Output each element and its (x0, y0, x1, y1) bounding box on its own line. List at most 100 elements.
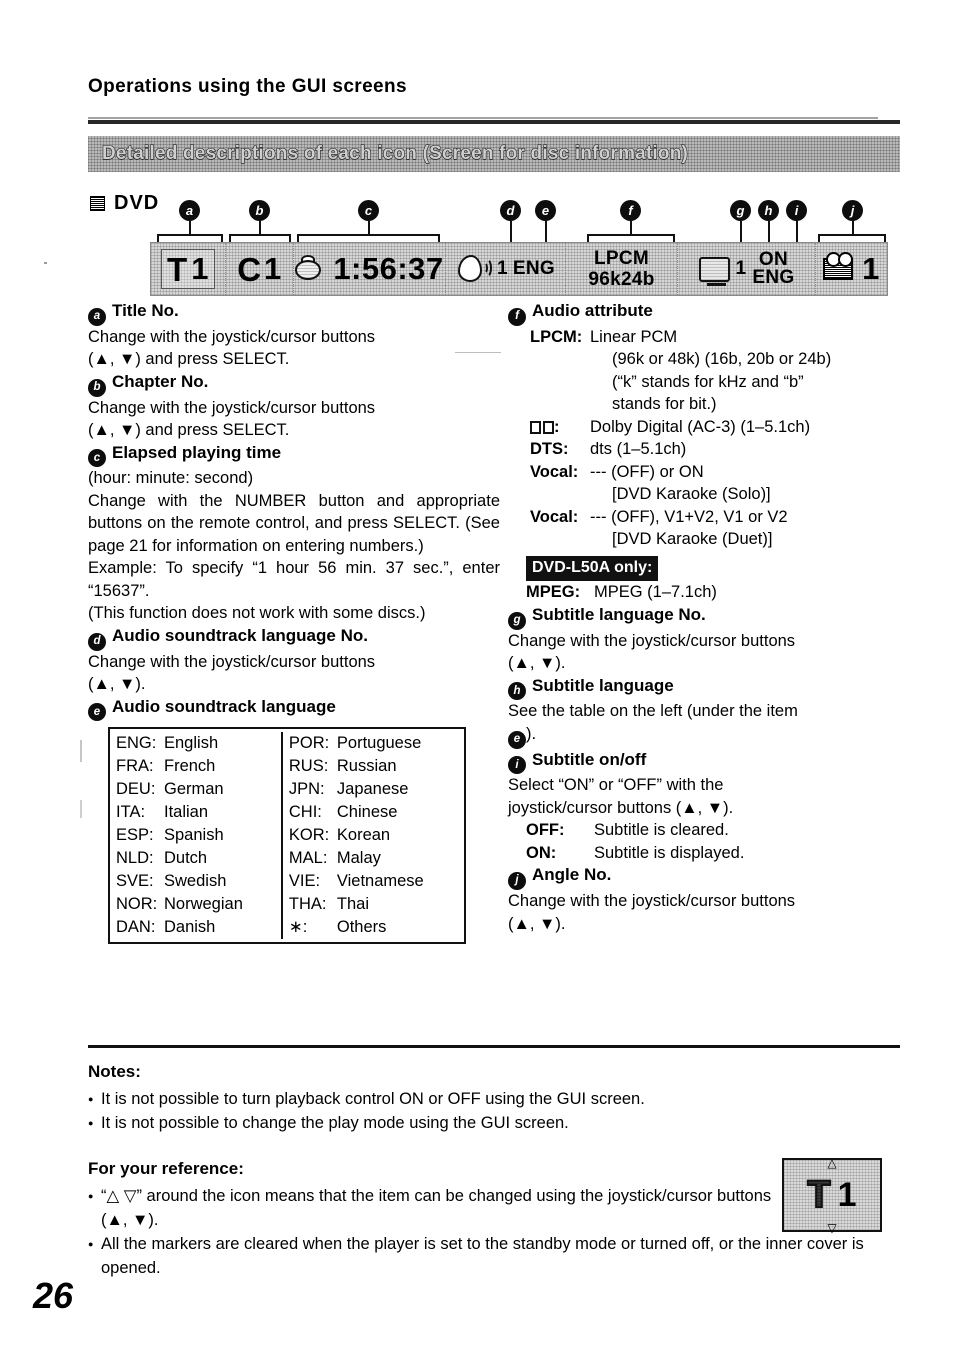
marker-g: g (730, 200, 751, 221)
marker-a: a (179, 200, 200, 221)
lang-code: MAL: (288, 849, 328, 868)
attr-row-vocal-solo: Vocal: --- (OFF) or ON (508, 461, 903, 484)
bar-audio-language: ENG (512, 258, 555, 279)
bar-angle-no[interactable]: 1 (815, 243, 887, 295)
scan-speck (455, 352, 501, 353)
lang-name: French (164, 757, 216, 776)
model-badge: DVD-L50A only: (526, 555, 659, 582)
lang-name: Swedish (164, 872, 227, 891)
bullet-c: c (88, 449, 106, 468)
attr-row-lpcm-cont1: (96k or 48k) (16b, 20b or 24b) (612, 350, 832, 369)
entry-subtitle-onoff-heading: i Subtitle on/off (508, 749, 903, 775)
lang-code: ESP: (116, 826, 154, 845)
marker-b-stem (259, 221, 261, 235)
bullet-h: h (508, 682, 526, 701)
entry-audio-language-no-heading: d Audio soundtrack language No. (88, 625, 500, 651)
title-number: 1 (837, 1176, 857, 1214)
notes-heading: Notes: (88, 1062, 141, 1081)
entry-elapsed-time-line1: (hour: minute: second) (88, 469, 254, 488)
lang-cell-right: POR: Portuguese (280, 732, 465, 756)
attr-row-lpcm-cont3: stands for bit.) (612, 395, 717, 414)
entry-chapter-no: b Chapter No. Change with the joystick/cu… (88, 371, 500, 442)
lang-cell-left: ESP:KoreanSpanish (109, 824, 282, 847)
bar-audio-track-no: 1 (497, 258, 508, 279)
lang-name: Korean (336, 826, 391, 845)
up-triangle-icon: △ (827, 1156, 837, 1170)
reference-item: “△ ▽” around the icon means that the ite… (88, 1184, 778, 1232)
entry-subtitle-language-no-line2: (▲, ▼). (508, 654, 566, 672)
bar-audio-attribute[interactable]: LPCM 96k24b (565, 243, 677, 295)
page-title: Operations using the GUI screens (88, 76, 407, 97)
lang-cell-left: NOR: Norwegian (109, 893, 282, 916)
entry-chapter-no-line1: Change with the joystick/cursor buttons (88, 398, 376, 417)
attr-row-vocal-solo-cont: [DVD Karaoke (Solo)] (612, 485, 771, 504)
lang-code: NLD: (116, 849, 154, 868)
lang-cell-right: MAL: Malay (280, 847, 465, 871)
attr-row-dolby: : Dolby Digital (AC-3) (1–5.1ch) (508, 416, 903, 439)
entry-elapsed-time-heading: c Elapsed playing time (88, 442, 500, 468)
title-letter-icon: T (806, 1174, 831, 1216)
section-banner-label: Detailed descriptions of each icon (Scre… (101, 142, 689, 164)
bullet-a: a (88, 307, 106, 326)
attr-key: Vocal: (530, 462, 579, 481)
bar-subtitle[interactable]: 1 ON ENG (677, 243, 815, 295)
bar-angle-no-value: 1 (862, 251, 880, 286)
disc-square-icon (90, 196, 105, 211)
entry-chapter-no-heading: b Chapter No. (88, 371, 500, 397)
lang-cell-right: RUS: Russian (280, 755, 465, 779)
bar-audio-soundtrack[interactable]: 1 ENG (445, 243, 565, 295)
angle-camera-icon (823, 252, 854, 280)
entry-subtitle-onoff-line2: joystick/cursor buttons (▲, ▼). (508, 798, 734, 817)
entry-title-no: a Title No. Change with the joystick/curs… (88, 300, 500, 371)
lang-cell-right: KOR: Korean (280, 824, 465, 848)
entry-audio-language: e Audio soundtrack language (88, 696, 500, 722)
lang-name: Norwegian (164, 895, 243, 914)
bullet-b: b (88, 378, 106, 397)
subtitle-on-row: ON: Subtitle is displayed. (508, 842, 903, 865)
attr-value: Linear PCM (590, 327, 678, 346)
entry-subtitle-language-no-heading: g Subtitle language No. (508, 604, 903, 630)
lang-code: JPN: (288, 780, 325, 799)
entry-elapsed-time-line4: (This function does not work with some d… (88, 604, 426, 623)
reference-section: For your reference: “△ ▽” around the ico… (88, 1157, 900, 1280)
reference-item: All the markers are cleared when the pla… (88, 1232, 900, 1280)
entry-angle-no-heading: j Angle No. (508, 864, 903, 890)
lang-name: Italian (164, 803, 209, 822)
attr-row-lpcm-cont2: (“k” stands for kHz and “b” (612, 372, 804, 391)
bar-elapsed-time[interactable]: 1:56:37 (293, 243, 445, 295)
scan-speck (44, 262, 47, 264)
table-row: ITA: Italian CHI: Chinese (109, 801, 465, 825)
language-code-table: ENG: English POR: Portuguese FRA: French RU… (108, 727, 466, 945)
disc-type-label: DVD (90, 192, 159, 215)
entry-title-no-line1: Change with the joystick/cursor buttons (88, 327, 376, 346)
title-icon-illustration: △ T 1 ▽ (782, 1156, 882, 1234)
entry-subtitle-language-no: g Subtitle language No. Change with the j… (508, 604, 903, 675)
attr-key: DTS: (530, 440, 569, 459)
bar-title-no[interactable]: T 1 (151, 243, 225, 295)
scan-speck (80, 740, 82, 762)
lang-name: Malay (336, 849, 381, 868)
lang-code: CHI: (288, 803, 322, 822)
section-banner: Detailed descriptions of each icon (Scre… (88, 136, 900, 172)
lang-name: Others (336, 918, 387, 937)
entry-subtitle-onoff-line1: Select “ON” or “OFF” with the (508, 776, 724, 795)
entry-audio-language-no: d Audio soundtrack language No. Change wi… (88, 625, 500, 696)
lang-name: Russian (336, 757, 397, 776)
lang-name: Portuguese (336, 734, 422, 753)
bullet-j: j (508, 872, 526, 890)
marker-h: h (758, 200, 779, 221)
bar-subtitle-language: ENG (752, 267, 795, 288)
attr-value: dts (1–5.1ch) (590, 440, 687, 459)
audio-speaker-icon (456, 253, 493, 285)
entry-title-no-heading: a Title No. (88, 300, 500, 326)
entry-subtitle-language: h Subtitle language See the table on the … (508, 675, 903, 749)
entry-audio-attribute: f Audio attribute LPCM: Linear PCM (96k o… (508, 300, 903, 604)
entry-audio-language-heading: e Audio soundtrack language (88, 696, 500, 722)
lang-code: FRA: (116, 757, 154, 776)
lang-name: Japanese (336, 780, 409, 799)
reference-heading: For your reference: (88, 1159, 244, 1178)
bar-chapter-no[interactable]: C 1 (225, 243, 293, 295)
lang-code: VIE: (288, 872, 321, 891)
note-item: It is not possible to change the play mo… (88, 1111, 900, 1135)
lang-name: Chinese (336, 803, 398, 822)
